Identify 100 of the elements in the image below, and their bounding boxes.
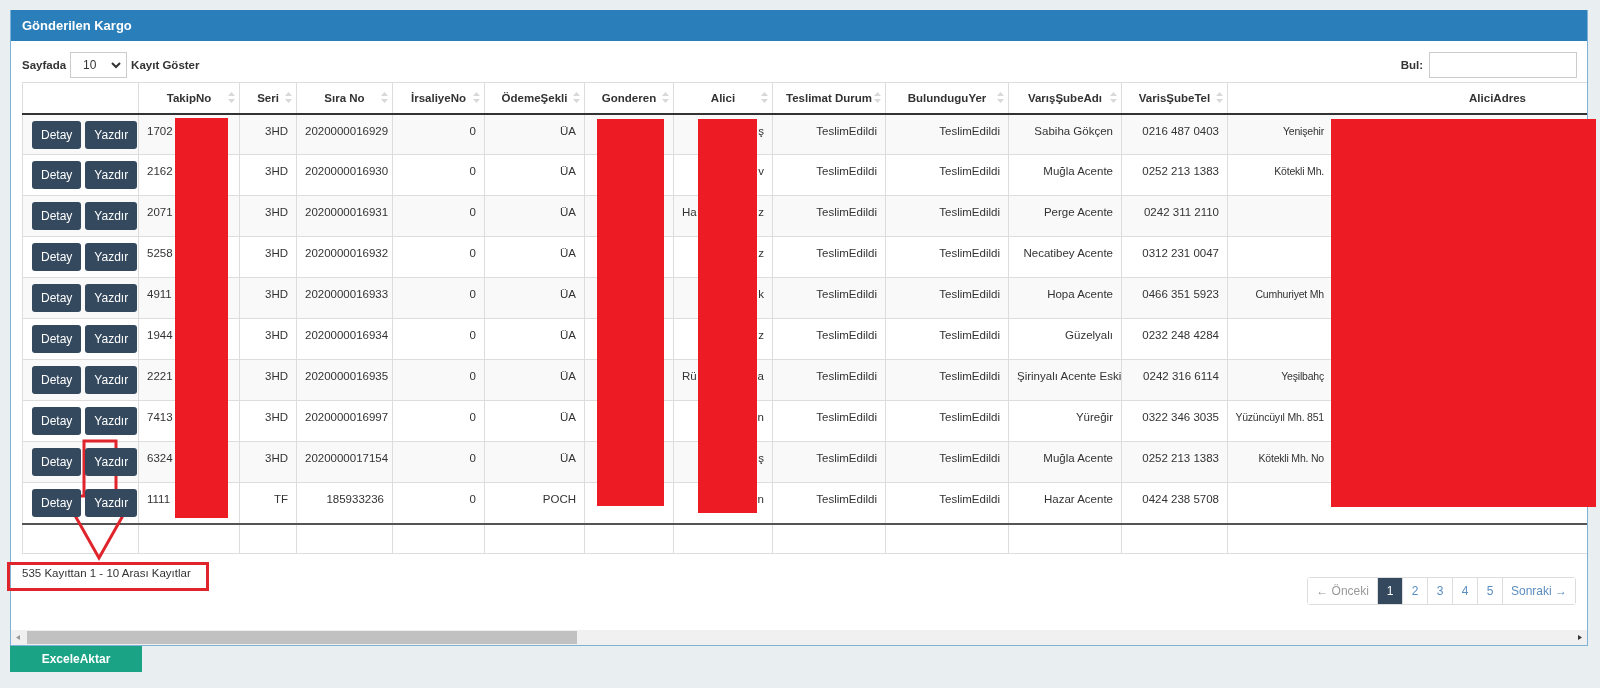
column-header[interactable]: VarisŞubeTel [1121,82,1228,114]
table-cell: 3HD [265,329,288,341]
table-cell: 0232 248 4284 [1142,329,1219,341]
action-button[interactable]: Detay [32,161,82,189]
action-button[interactable]: Yazdır [85,366,138,394]
table-cell: ÜA [560,370,576,382]
table-cell: TeslimEdildi [816,370,877,382]
column-header[interactable]: TakipNo [138,82,240,114]
action-button[interactable]: Detay [32,243,82,271]
table-cell: ÜA [560,206,576,218]
action-button[interactable]: Yazdır [85,120,138,149]
column-header[interactable]: Seri [239,82,297,114]
table-cell: 2071 [147,206,173,218]
action-button[interactable]: Yazdır [85,489,138,517]
table-cell: ÜA [560,329,576,341]
recipient-text: Rü [682,370,697,382]
column-header[interactable]: Sıra No [296,82,393,114]
table-cell: TeslimEdildi [939,206,1000,218]
action-button[interactable]: Yazdır [85,448,138,476]
sort-icon [573,92,580,104]
table-cell: Yüreğir [1075,411,1113,423]
sort-icon [761,92,768,104]
table-cell: 3HD [265,411,288,423]
action-button[interactable]: Yazdır [85,202,138,230]
table-cell: Şirinyalı Acente Eski [1017,370,1122,382]
sort-icon [874,92,881,104]
table-cell: Yeşilbahç [1281,370,1324,382]
sort-icon [473,92,480,104]
table-cell: 0 [469,370,476,382]
sort-icon [997,92,1004,104]
action-button[interactable]: Detay [32,325,82,353]
table-cell: TeslimEdildi [816,165,877,177]
page-link[interactable]: 1 [1376,578,1402,604]
column-header[interactable]: Gonderen [584,82,674,114]
table-cell: TeslimEdildi [939,493,1000,505]
page-size-select[interactable]: 10 [70,52,128,78]
page-link[interactable]: Sonraki → [1501,578,1575,604]
table-cell: 0252 213 1383 [1142,165,1219,177]
horizontal-scrollbar[interactable] [11,630,1587,645]
table-cell: TeslimEdildi [939,411,1000,423]
table-cell: TeslimEdildi [939,165,1000,177]
column-header[interactable]: VarışŞubeAdı [1008,82,1122,114]
action-button[interactable]: Detay [32,448,82,476]
table-cell: Hazar Acente [1043,493,1113,505]
table-cell: 0 [469,206,476,218]
table-cell: 0 [469,165,476,177]
recipient-text: Ha [682,206,697,218]
table-cell: TeslimEdildi [939,124,1000,137]
table-cell: Necatibey Acente [1023,247,1113,259]
table-cell: TeslimEdildi [939,288,1000,300]
action-button[interactable]: Yazdır [85,284,138,312]
column-header[interactable]: İrsaliyeNo [392,82,485,114]
table-cell: ÜA [560,288,576,300]
column-header[interactable]: Alici [673,82,773,114]
table-cell: 3HD [265,124,288,137]
table-cell: 0 [469,452,476,464]
table-cell: 2020000017154 [305,452,389,464]
table-cell: 0 [469,329,476,341]
table-cell: 2020000016935 [305,370,389,382]
table-cell: 0424 238 5708 [1142,493,1219,505]
table-cell: 2162 [147,165,173,177]
table-cell: 0 [469,493,476,505]
column-header[interactable]: BulunduguYer [885,82,1009,114]
table-cell: Yüzüncüyıl Mh. 851 [1235,411,1324,423]
recipient-text: k [758,288,764,300]
table-cell: POCH [542,493,576,505]
recipient-text: z [758,206,764,218]
action-button[interactable]: Yazdır [85,161,138,189]
column-header[interactable]: ÖdemeŞekli [484,82,585,114]
action-button[interactable]: Detay [32,284,82,312]
table-cell: Perge Acente [1043,206,1113,218]
table-cell: 1111 [147,493,171,505]
sort-icon [1216,92,1223,104]
table-cell: 2020000016997 [305,411,389,423]
action-button[interactable]: Detay [32,366,82,394]
table-cell: 2020000016933 [305,288,389,300]
table-cell: 7413 [147,411,173,423]
table-cell: 5258 [147,247,173,259]
action-button[interactable]: Detay [32,202,82,230]
action-button[interactable]: Yazdır [85,407,138,435]
table-cell: Yenişehir [1283,124,1324,137]
table-cell: 3HD [265,370,288,382]
action-button[interactable]: Yazdır [85,243,138,271]
table-cell: 2221 [147,370,173,382]
action-button[interactable]: Detay [32,120,82,149]
table-cell: 0242 316 6114 [1143,370,1219,382]
table-cell: 1944 [147,329,173,341]
column-header[interactable]: AliciAdres [1227,82,1587,114]
table-cell: 2020000016931 [305,206,389,218]
search-field[interactable] [1429,52,1577,78]
table-cell: 0 [469,288,476,300]
action-button[interactable]: Detay [32,489,82,517]
table-cell: Muğla Acente [1043,165,1113,177]
table-cell: TeslimEdildi [816,452,877,464]
action-button[interactable]: Detay [32,407,82,435]
column-header[interactable]: Teslimat Durum [772,82,886,114]
table-cell: Kötekli Mh. [1274,165,1324,177]
recipient-text: v [758,165,764,177]
action-button[interactable]: Yazdır [85,325,138,353]
table-cell: 3HD [265,452,288,464]
